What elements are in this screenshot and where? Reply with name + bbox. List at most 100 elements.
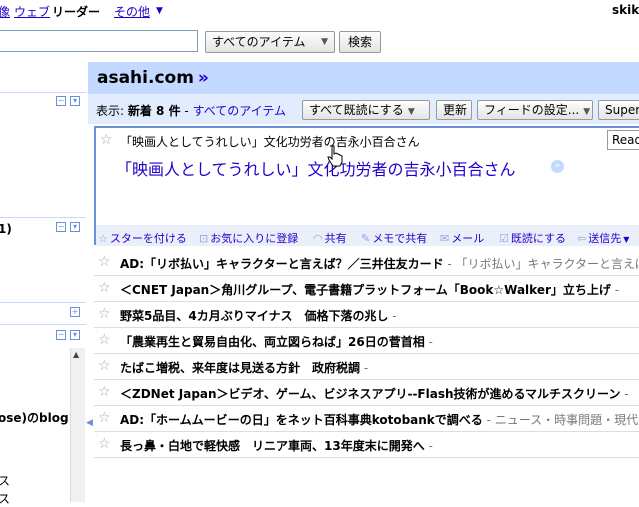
external-link-icon[interactable]: » <box>551 160 564 173</box>
search-input[interactable] <box>0 30 198 52</box>
search-scope-select[interactable]: すべてのアイテム ▼ <box>205 31 335 53</box>
mark-read-action[interactable]: ☑ 既読にする <box>499 230 566 246</box>
dropdown-icon[interactable]: ▾ <box>70 96 80 106</box>
share-with-note-action[interactable]: ✎ メモで共有 <box>361 230 427 246</box>
list-item[interactable]: ☆ ＜CNET Japan＞角川グループ、電子書籍プラットフォーム「Book☆Wa… <box>94 276 639 302</box>
sidebar-item-fragment[interactable]: ス <box>0 490 10 507</box>
feed-link-arrow-icon[interactable]: » <box>198 68 209 88</box>
add-star-label: スターを付ける <box>109 232 187 245</box>
star-icon[interactable]: ☆ <box>98 410 111 426</box>
list-item[interactable]: ☆ たばこ増税、来年度は見送る方針 政府税調 - <box>94 354 639 380</box>
list-item[interactable]: ☆ AD:「ホームムービーの日」をネット百科事典kotobankで調べる - ニュ… <box>94 406 639 432</box>
entry-header-title[interactable]: 「映画人としてうれしい」文化功労者の吉永小百合さん <box>120 133 420 150</box>
star-icon[interactable]: ☆ <box>100 132 113 148</box>
item-title-text: ＜ZDNet Japan＞ビデオ、ゲーム、ビジネスアプリ--Flash技術が進め… <box>120 387 621 401</box>
nav-web-link[interactable]: ウェブ <box>14 3 50 20</box>
nav-user-email[interactable]: skik <box>612 3 639 17</box>
view-all-items-link[interactable]: すべてのアイテム <box>193 104 286 118</box>
note-icon: ✎ <box>361 232 371 245</box>
list-item-title: たばこ増税、来年度は見送る方針 政府税調 - <box>120 359 368 376</box>
scroll-up-arrow-icon[interactable]: ▲ <box>73 350 79 359</box>
sidebar-divider <box>0 324 86 325</box>
view-label: 表示: <box>96 104 125 118</box>
add-favorite-action[interactable]: ⊡ お気に入りに登録 <box>199 230 298 246</box>
entry-title-link[interactable]: 「映画人としてうれしい」文化功労者の吉永小百合さん <box>116 156 516 180</box>
current-entry[interactable]: ☆ 「映画人としてうれしい」文化功労者の吉永小百合さん Read 「映画人として… <box>94 126 639 246</box>
search-scope-value: すべてのアイテム <box>212 35 306 49</box>
collapse-icon[interactable]: − <box>56 96 66 106</box>
chevron-down-icon[interactable]: ▼ <box>408 107 415 117</box>
nav-images-link[interactable]: 像 <box>0 3 10 20</box>
feed-title[interactable]: asahi.com» <box>97 68 209 88</box>
nav-more-caret-icon[interactable]: ▼ <box>156 6 163 16</box>
main-pane: asahi.com» 表示: 新着 8 件 - すべてのアイテム すべて既読にす… <box>88 62 639 502</box>
item-title-text: 長っ鼻・白地で軽快感 リニア車両、13年度末に開発へ <box>120 439 425 453</box>
sidebar-divider <box>0 302 86 303</box>
add-icon[interactable]: + <box>70 307 80 317</box>
share-with-note-label: メモで共有 <box>372 232 428 245</box>
hand-cursor-icon <box>327 145 343 167</box>
item-snippet: - <box>388 309 397 323</box>
send-to-action[interactable]: ⇦ 送信先 ▼ <box>577 230 629 246</box>
star-icon[interactable]: ☆ <box>98 280 111 296</box>
sidebar-item-fragment[interactable]: ス <box>0 472 10 489</box>
feed-settings-button[interactable]: フィードの設定... ▼ <box>477 100 593 120</box>
collapse-icon[interactable]: − <box>56 330 66 340</box>
view-separator: - <box>180 104 193 118</box>
item-title-text: たばこ増税、来年度は見送る方針 政府税調 <box>120 361 361 375</box>
sidebar-scrollbar[interactable]: ▲ <box>70 348 85 502</box>
search-button[interactable]: 検索 <box>339 31 381 53</box>
list-item[interactable]: ☆ AD:「リボ払い」キャラクターと言えば？／三井住友カード - 「リボ払い」キャ… <box>94 250 639 276</box>
feed-title-text: asahi.com <box>97 68 194 88</box>
add-star-action[interactable]: ☆ スターを付ける <box>98 230 187 246</box>
nav-reader-current: リーダー <box>52 5 101 19</box>
share-icon: ◠ <box>313 232 323 245</box>
item-snippet: - <box>360 361 369 375</box>
star-icon[interactable]: ☆ <box>98 358 111 374</box>
share-action[interactable]: ◠ 共有 <box>313 230 347 246</box>
item-title-text: AD:「リボ払い」キャラクターと言えば？／三井住友カード <box>120 257 444 271</box>
star-icon[interactable]: ☆ <box>98 306 111 322</box>
star-icon[interactable]: ☆ <box>98 254 111 270</box>
star-icon[interactable]: ☆ <box>98 436 111 452</box>
read-mode-button[interactable]: Read <box>607 130 639 150</box>
item-snippet: - 「リボ払い」キャラクターと言えば？／三井住友カード <box>447 257 639 271</box>
star-icon: ☆ <box>98 232 108 245</box>
sidebar-divider <box>0 92 86 93</box>
nav-more-link[interactable]: その他 <box>114 3 150 20</box>
send-icon: ⇦ <box>577 232 587 245</box>
star-icon[interactable]: ☆ <box>98 332 111 348</box>
item-snippet: - <box>424 335 433 349</box>
dropdown-icon[interactable]: ▾ <box>70 222 80 232</box>
super-button[interactable]: Super <box>598 100 639 120</box>
email-label: メール <box>451 232 485 245</box>
item-title-text: AD:「ホームムービーの日」をネット百科事典kotobankで調べる <box>120 413 483 427</box>
item-snippet: - <box>424 439 433 453</box>
view-toolbar: 表示: 新着 8 件 - すべてのアイテム すべて既読にする ▼ 更新 フィードの… <box>88 94 639 124</box>
mark-all-read-label: すべて既読にする <box>309 103 404 117</box>
list-item-title: 「農業再生と貿易自由化、両立図らねば」26日の菅首相 - <box>120 333 433 350</box>
list-item[interactable]: ☆ ＜ZDNet Japan＞ビデオ、ゲーム、ビジネスアプリ--Flash技術が進… <box>94 380 639 406</box>
sidebar-item-fragment[interactable]: ) <box>0 118 1 132</box>
list-item-title: ＜CNET Japan＞角川グループ、電子書籍プラットフォーム「Book☆Wal… <box>120 281 619 298</box>
email-action[interactable]: ✉ メール <box>440 230 484 246</box>
view-new-count[interactable]: 新着 8 件 <box>128 104 181 118</box>
add-favorite-label: お気に入りに登録 <box>210 232 299 245</box>
list-item-title: AD:「リボ払い」キャラクターと言えば？／三井住友カード - 「リボ払い」キャラ… <box>120 255 639 272</box>
sidebar-item-fragment[interactable]: ose)のblog <box>0 409 69 426</box>
mail-icon: ✉ <box>440 232 450 245</box>
collapse-icon[interactable]: − <box>56 222 66 232</box>
star-icon[interactable]: ☆ <box>98 384 111 400</box>
dropdown-icon[interactable]: ▾ <box>70 330 80 340</box>
sidebar-item-fragment[interactable]: 1) <box>0 222 12 236</box>
list-item[interactable]: ☆ 「農業再生と貿易自由化、両立図らねば」26日の菅首相 - <box>94 328 639 354</box>
list-item-title: AD:「ホームムービーの日」をネット百科事典kotobankで調べる - ニュー… <box>120 411 639 428</box>
refresh-button[interactable]: 更新 <box>436 100 472 120</box>
item-title-text: 「農業再生と貿易自由化、両立図らねば」26日の菅首相 <box>120 335 425 349</box>
item-snippet: - ニュース・時事問題・現代用語 <box>486 413 639 427</box>
mark-all-read-button[interactable]: すべて既読にする ▼ <box>302 100 430 120</box>
list-item[interactable]: ☆ 野菜5品目、4カ月ぶりマイナス 価格下落の兆し - <box>94 302 639 328</box>
item-snippet: - <box>610 283 620 297</box>
send-to-label: 送信先 <box>588 232 622 245</box>
list-item[interactable]: ☆ 長っ鼻・白地で軽快感 リニア車両、13年度末に開発へ - <box>94 432 639 458</box>
